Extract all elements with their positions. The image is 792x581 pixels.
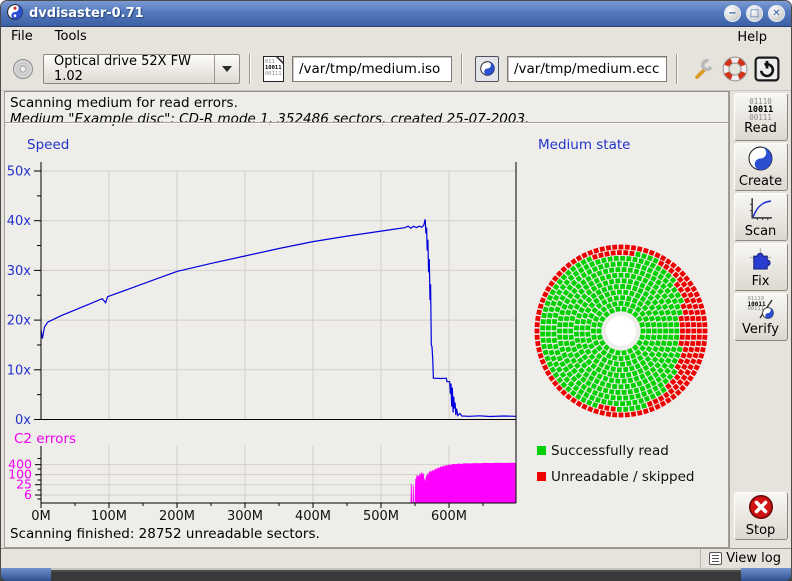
- fix-button[interactable]: Fix: [734, 243, 788, 291]
- charts-canvas: 0x10x20x30x40x50x4001002560M100M200M300M…: [5, 124, 728, 524]
- svg-text:300M: 300M: [227, 509, 263, 524]
- svg-text:50x: 50x: [7, 165, 32, 180]
- svg-text:40x: 40x: [7, 214, 32, 229]
- chevron-down-icon: [214, 55, 239, 83]
- status-line1: Scanning medium for read errors.: [10, 95, 238, 111]
- svg-text:20x: 20x: [7, 314, 32, 329]
- svg-text:500M: 500M: [363, 509, 399, 524]
- svg-text:Unreadable / skipped: Unreadable / skipped: [551, 469, 694, 485]
- svg-text:600M: 600M: [431, 509, 467, 524]
- drive-select[interactable]: Optical drive 52X FW 1.02: [43, 54, 240, 84]
- create-button[interactable]: Create: [734, 143, 788, 191]
- ecc-file-icon[interactable]: [472, 56, 502, 82]
- stop-button[interactable]: Stop: [734, 492, 788, 540]
- svg-text:400M: 400M: [295, 509, 331, 524]
- help-lifesaver-icon[interactable]: [719, 56, 751, 82]
- menu-file[interactable]: File: [9, 28, 41, 46]
- svg-text:200M: 200M: [159, 509, 195, 524]
- content-area: Scanning medium for read errors. Medium …: [1, 91, 791, 548]
- svg-text:0M: 0M: [31, 509, 51, 524]
- minimize-button[interactable]: −: [724, 5, 741, 22]
- main-panel: Scanning medium for read errors. Medium …: [4, 91, 729, 548]
- close-button[interactable]: ✕: [768, 5, 785, 22]
- read-button[interactable]: 01110 10011 00111 Read: [734, 93, 788, 141]
- app-window: dvdisaster-0.71 − □ ✕ File Tools Help Op…: [0, 0, 792, 581]
- scan-button[interactable]: Scan: [734, 193, 788, 241]
- drive-select-value: Optical drive 52X FW 1.02: [54, 54, 214, 84]
- iso-path-input[interactable]: [292, 56, 452, 82]
- window-frame-bottom: [1, 568, 791, 581]
- svg-text:30x: 30x: [7, 264, 32, 279]
- svg-text:6: 6: [24, 487, 32, 502]
- drive-icon[interactable]: [9, 58, 37, 80]
- menu-tools[interactable]: Tools: [53, 28, 95, 46]
- svg-text:100M: 100M: [91, 509, 127, 524]
- quit-power-icon[interactable]: [751, 56, 783, 82]
- scan-chart-icon: [748, 196, 773, 225]
- verify-button[interactable]: 01110 10011 00111 Verify: [734, 293, 788, 341]
- svg-text:0x: 0x: [15, 413, 31, 428]
- maximize-button[interactable]: □: [746, 5, 763, 22]
- create-yinyang-icon: [748, 146, 773, 175]
- app-icon: [7, 4, 23, 24]
- bottom-statusbar: View log: [1, 548, 791, 568]
- view-log-button[interactable]: View log: [701, 549, 791, 568]
- svg-text:10x: 10x: [7, 363, 32, 378]
- toolbar-separator: [249, 54, 251, 84]
- toolbar-separator: [461, 54, 463, 84]
- stop-icon: [748, 494, 774, 524]
- svg-text:Successfully read: Successfully read: [551, 443, 669, 459]
- iso-file-icon[interactable]: 011 10011 00111: [260, 56, 287, 82]
- fix-puzzle-icon: [748, 246, 773, 275]
- ecc-path-input[interactable]: [507, 56, 667, 82]
- read-binary-icon: 01110 10011 00111: [748, 98, 774, 122]
- svg-text:C2 errors: C2 errors: [14, 431, 76, 447]
- action-sidebar: 01110 10011 00111 Read Create: [729, 91, 791, 548]
- toolbar-separator: [676, 54, 678, 84]
- svg-text:Speed: Speed: [27, 137, 69, 153]
- log-icon: [709, 552, 722, 565]
- menu-help[interactable]: Help: [733, 29, 771, 46]
- scan-result-text: Scanning finished: 28752 unreadable sect…: [10, 526, 320, 542]
- menubar: File Tools Help: [1, 27, 791, 47]
- toolbar: Optical drive 52X FW 1.02 011 10011 0011…: [1, 47, 791, 91]
- verify-icon: 01110 10011 00111: [748, 297, 774, 323]
- window-title: dvdisaster-0.71: [29, 6, 719, 21]
- titlebar[interactable]: dvdisaster-0.71 − □ ✕: [1, 1, 791, 27]
- preferences-wrench-icon[interactable]: [687, 56, 719, 82]
- svg-text:Medium state: Medium state: [538, 137, 630, 153]
